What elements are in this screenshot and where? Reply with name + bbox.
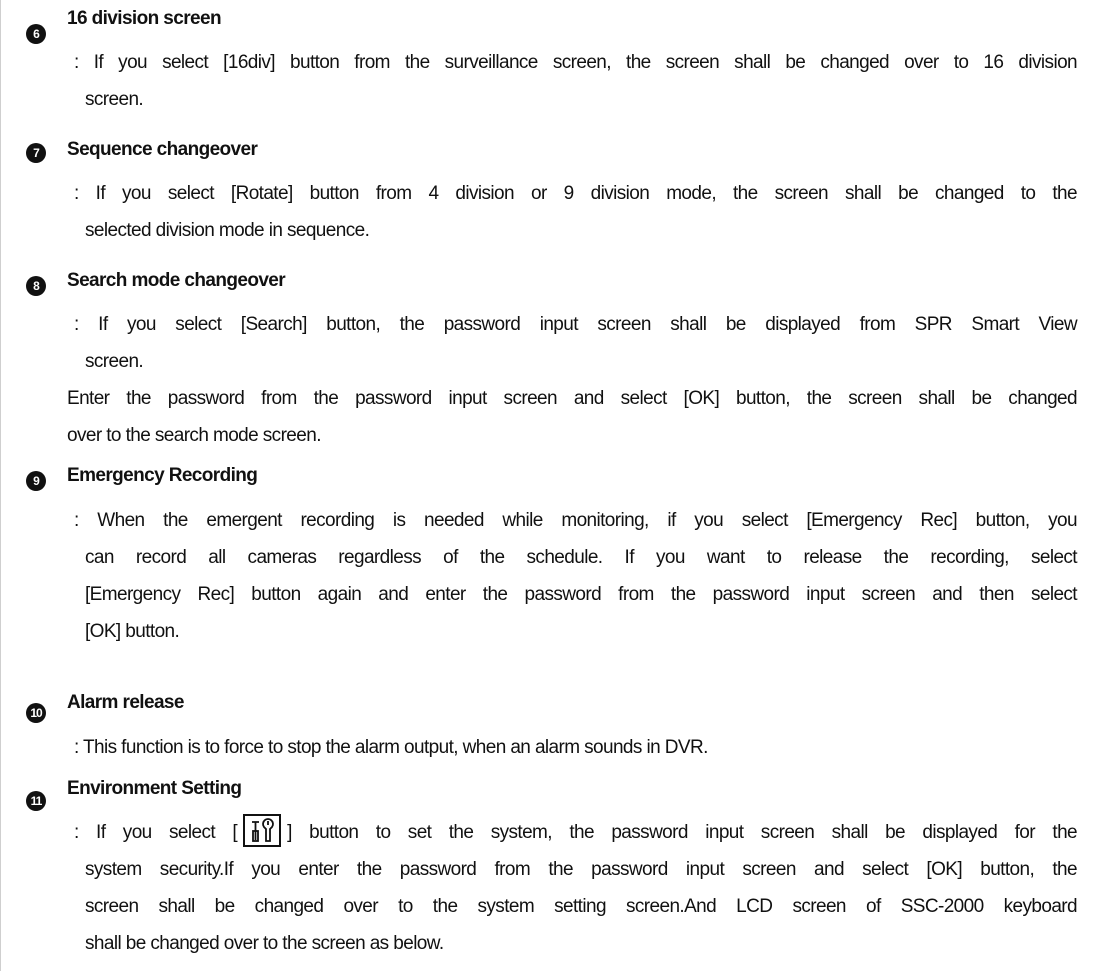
section-title: Alarm release <box>67 692 184 713</box>
body-line: screen. <box>85 351 144 372</box>
section-body-continued: Enter the password from the password inp… <box>67 380 1078 454</box>
section-title: 16 division screen <box>67 8 222 29</box>
body-line: [Emergency Rec] button again and enter t… <box>85 584 1078 605</box>
body-line: over to the search mode screen. <box>67 425 321 446</box>
body-line: screen shall be changed over to the syst… <box>85 896 1078 917</box>
section-number-badge: 9 <box>26 471 46 491</box>
section-body: : If you select [Rotate] button from 4 d… <box>67 175 1078 249</box>
section-title: Emergency Recording <box>67 465 258 486</box>
body-line-part: : If you select [ <box>74 822 238 843</box>
section-title: Environment Setting <box>67 778 242 799</box>
page-left-border <box>0 0 1 971</box>
section-number-badge: 11 <box>26 791 46 811</box>
body-line: : When the emergent recording is needed … <box>74 510 1078 531</box>
body-line: shall be changed over to the screen as b… <box>85 933 444 954</box>
setup-tools-icon <box>243 814 282 847</box>
section-number-badge: 10 <box>26 703 46 723</box>
section-body: : If you select [Search] button, the pas… <box>67 306 1078 380</box>
body-line: screen. <box>85 89 144 110</box>
body-line: : This function is to force to stop the … <box>74 737 708 758</box>
section-body: : If you select [ ] button to set the sys… <box>67 814 1078 962</box>
body-line: Enter the password from the password inp… <box>67 388 1078 409</box>
section-title: Search mode changeover <box>67 270 286 291</box>
section-body: : When the emergent recording is needed … <box>67 502 1078 650</box>
body-line: : If you select [Search] button, the pas… <box>74 314 1078 335</box>
body-line: can record all cameras regardless of the… <box>85 547 1078 568</box>
section-number-badge: 8 <box>26 276 46 296</box>
section-body: : This function is to force to stop the … <box>67 729 1077 766</box>
section-number-badge: 7 <box>26 143 46 163</box>
body-line-part: ] button to set the system, the password… <box>287 822 1077 843</box>
body-line: : If you select [16div] button from the … <box>74 52 1078 73</box>
body-line: system security.If you enter the passwor… <box>85 859 1078 880</box>
section-number-badge: 6 <box>26 24 46 44</box>
section-title: Sequence changeover <box>67 139 258 160</box>
body-line: selected division mode in sequence. <box>85 220 370 241</box>
body-line: [OK] button. <box>85 621 180 642</box>
body-line: : If you select [Rotate] button from 4 d… <box>74 183 1078 204</box>
section-body: : If you select [16div] button from the … <box>67 44 1078 118</box>
body-line: : If you select [ ] button to set the sys… <box>67 814 1078 851</box>
